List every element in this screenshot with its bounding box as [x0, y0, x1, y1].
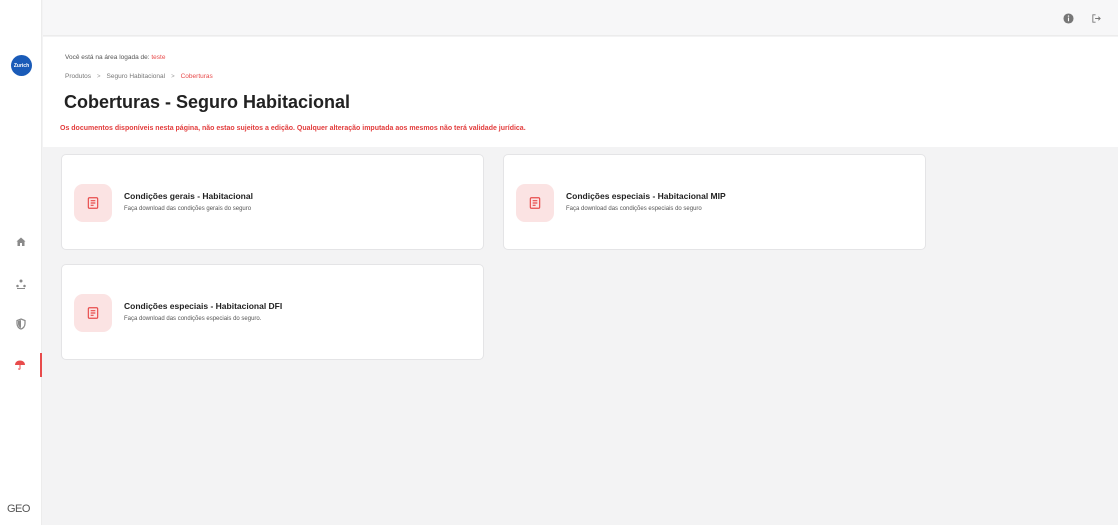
card-condicoes-especiais-dfi[interactable]: Condições especiais - Habitacional DFI F… [61, 264, 484, 360]
card-icon-wrapper [74, 294, 112, 332]
card-title: Condições gerais - Habitacional [124, 191, 253, 201]
card-condicoes-gerais[interactable]: Condições gerais - Habitacional Faça dow… [61, 154, 484, 250]
breadcrumb-separator: > [171, 73, 175, 80]
breadcrumb-seguro-habitacional[interactable]: Seguro Habitacional [107, 73, 166, 80]
logged-in-info: Você está na área logada de: teste [65, 54, 165, 61]
document-icon [529, 197, 541, 209]
logged-in-prefix: Você está na área logada de: [65, 54, 152, 61]
breadcrumb-produtos[interactable]: Produtos [65, 73, 91, 80]
sidebar-item-users[interactable] [0, 272, 42, 296]
breadcrumb: Produtos > Seguro Habitacional > Cobertu… [65, 73, 213, 80]
card-icon-wrapper [516, 184, 554, 222]
breadcrumb-coberturas: Coberturas [180, 73, 213, 80]
logout-icon [1091, 13, 1101, 23]
legal-warning: Os documentos disponíveis nesta página, … [60, 125, 526, 132]
home-icon [16, 237, 26, 246]
card-description: Faça download das condições especiais do… [566, 206, 702, 212]
sidebar-item-umbrella[interactable] [0, 353, 42, 377]
geo-footer-label: GEO [7, 503, 30, 515]
card-title: Condições especiais - Habitacional MIP [566, 191, 726, 201]
umbrella-icon [15, 360, 25, 370]
document-icon [87, 307, 99, 319]
document-icon [87, 197, 99, 209]
shield-icon [16, 318, 26, 330]
users-icon [16, 279, 26, 289]
breadcrumb-separator: > [97, 73, 101, 80]
sidebar: Zurich GEO [0, 0, 42, 525]
zurich-logo[interactable]: Zurich [11, 55, 32, 76]
card-icon-wrapper [74, 184, 112, 222]
info-button[interactable] [1061, 11, 1075, 25]
info-icon [1062, 12, 1074, 24]
page-header: Você está na área logada de: teste Produ… [43, 37, 1118, 147]
sidebar-item-home[interactable] [0, 230, 42, 254]
page-title: Coberturas - Seguro Habitacional [64, 92, 351, 112]
logged-in-user: teste [151, 54, 166, 61]
sidebar-item-shield[interactable] [0, 312, 42, 336]
card-condicoes-especiais-mip[interactable]: Condições especiais - Habitacional MIP F… [503, 154, 926, 250]
topbar [43, 0, 1118, 36]
card-description: Faça download das condições gerais do se… [124, 206, 252, 212]
card-description: Faça download das condições especiais do… [124, 316, 262, 322]
card-title: Condições especiais - Habitacional DFI [124, 301, 283, 311]
logout-button[interactable] [1089, 11, 1103, 25]
